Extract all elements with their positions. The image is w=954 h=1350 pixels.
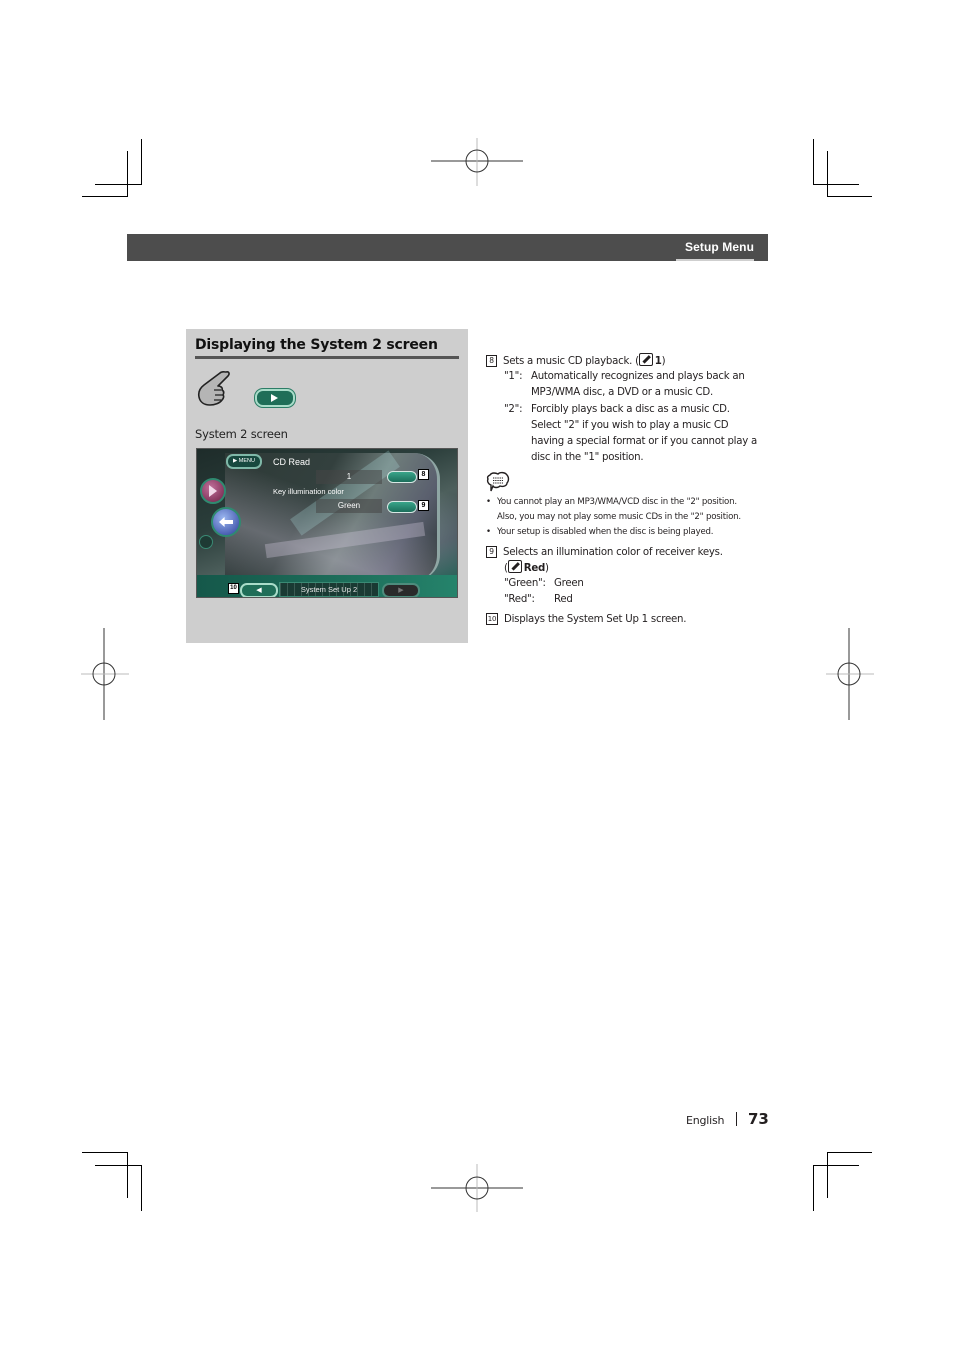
item-number-10: 10 — [486, 613, 498, 625]
panel-title-rule — [195, 356, 459, 359]
pointing-hand-icon — [197, 370, 230, 406]
next-page-button[interactable]: ▶ — [382, 583, 420, 597]
key-illumination-label: Key illumination color — [273, 487, 344, 496]
option-description: disc in the "1" position. — [531, 452, 644, 463]
small-round-button[interactable] — [199, 535, 213, 549]
registration-mark-left — [81, 628, 129, 720]
option-key: "Red": — [504, 594, 535, 605]
paren-close: ) — [545, 563, 549, 574]
bullet: • — [486, 497, 491, 507]
callout-8: 8 — [418, 469, 429, 480]
option-description: having a special format or if you cannot… — [531, 436, 758, 447]
system-2-screen-image: ▶ MENU CD Read 1 8 Key illumination colo… — [196, 448, 458, 598]
cd-read-label: CD Read — [273, 457, 311, 467]
option-description: Automatically recognizes and plays back … — [531, 371, 745, 382]
paren-close: ) — [661, 356, 666, 367]
option-value: Red — [554, 594, 573, 605]
play-triangle-icon — [271, 394, 278, 402]
item-8-description: Sets a music CD playback. ( — [503, 356, 639, 367]
panel-title: Displaying the System 2 screen — [195, 337, 438, 353]
option-key: "1": — [504, 371, 523, 382]
option-key: "2": — [504, 404, 523, 415]
key-illumination-button[interactable] — [387, 501, 417, 513]
source-icon — [209, 485, 217, 497]
source-button[interactable] — [200, 478, 226, 504]
previous-page-button[interactable]: ◀ — [240, 583, 278, 597]
option-key: "Green": — [504, 578, 546, 589]
bullet: • — [486, 527, 491, 537]
footer-language: English — [686, 1114, 725, 1127]
page-number: 73 — [748, 1110, 769, 1128]
item-10-description: Displays the System Set Up 1 screen. — [504, 614, 687, 625]
section-title-underline — [676, 259, 754, 261]
cd-read-button[interactable] — [387, 471, 417, 483]
section-header-bar: Setup Menu — [127, 234, 768, 261]
previous-arrow-icon: ◀ — [256, 586, 262, 594]
note-speech-bubble-icon — [486, 471, 510, 492]
key-illumination-value: Green — [316, 499, 382, 513]
next-arrow-icon: ▶ — [398, 586, 404, 594]
option-description: MP3/WMA disc, a DVD or a music CD. — [531, 387, 713, 398]
note-text: Your setup is disabled when the disc is … — [497, 527, 714, 537]
item-number-8: 8 — [486, 355, 497, 367]
screen-page-label: System Set Up 2 — [279, 582, 379, 597]
option-description: Select "2" if you wish to play a music C… — [531, 420, 729, 431]
default-setting-icon — [638, 353, 653, 366]
item-8-block: 8 Sets a music CD playback. ( 1) "1": Auto… — [486, 353, 776, 473]
option-value: Green — [554, 578, 584, 589]
registration-mark-right — [826, 628, 874, 720]
item-10-block: 10 Displays the System Set Up 1 screen. — [486, 612, 776, 630]
menu-button[interactable]: ▶ MENU — [226, 454, 262, 469]
cd-read-value: 1 — [316, 470, 382, 484]
item-8-default: 1 — [654, 356, 662, 367]
callout-9: 9 — [418, 500, 429, 511]
screen-caption: System 2 screen — [195, 427, 288, 441]
item-9-block: 9 Selects an illumination color of receiv… — [486, 545, 776, 615]
section-title: Setup Menu — [685, 240, 754, 254]
light-beam-decoration — [264, 521, 426, 559]
notes-list: • You cannot play an MP3/WMA/VCD disc in… — [486, 495, 776, 545]
footer-separator — [736, 1112, 737, 1126]
option-description: Forcibly plays back a disc as a music CD… — [531, 404, 730, 415]
item-9-default: Red — [523, 563, 546, 574]
return-arrow-icon — [219, 517, 233, 527]
item-9-description: Selects an illumination color of receive… — [503, 547, 723, 558]
callout-10: 10 — [228, 583, 239, 594]
registration-mark-bottom — [431, 1164, 523, 1212]
default-setting-icon — [507, 560, 522, 573]
registration-mark-top — [431, 138, 523, 186]
play-button[interactable] — [255, 389, 295, 407]
note-text: You cannot play an MP3/WMA/VCD disc in t… — [497, 497, 737, 507]
return-button[interactable] — [211, 507, 241, 537]
note-text: Also, you may not play some music CDs in… — [497, 511, 741, 522]
item-number-9: 9 — [486, 546, 497, 558]
